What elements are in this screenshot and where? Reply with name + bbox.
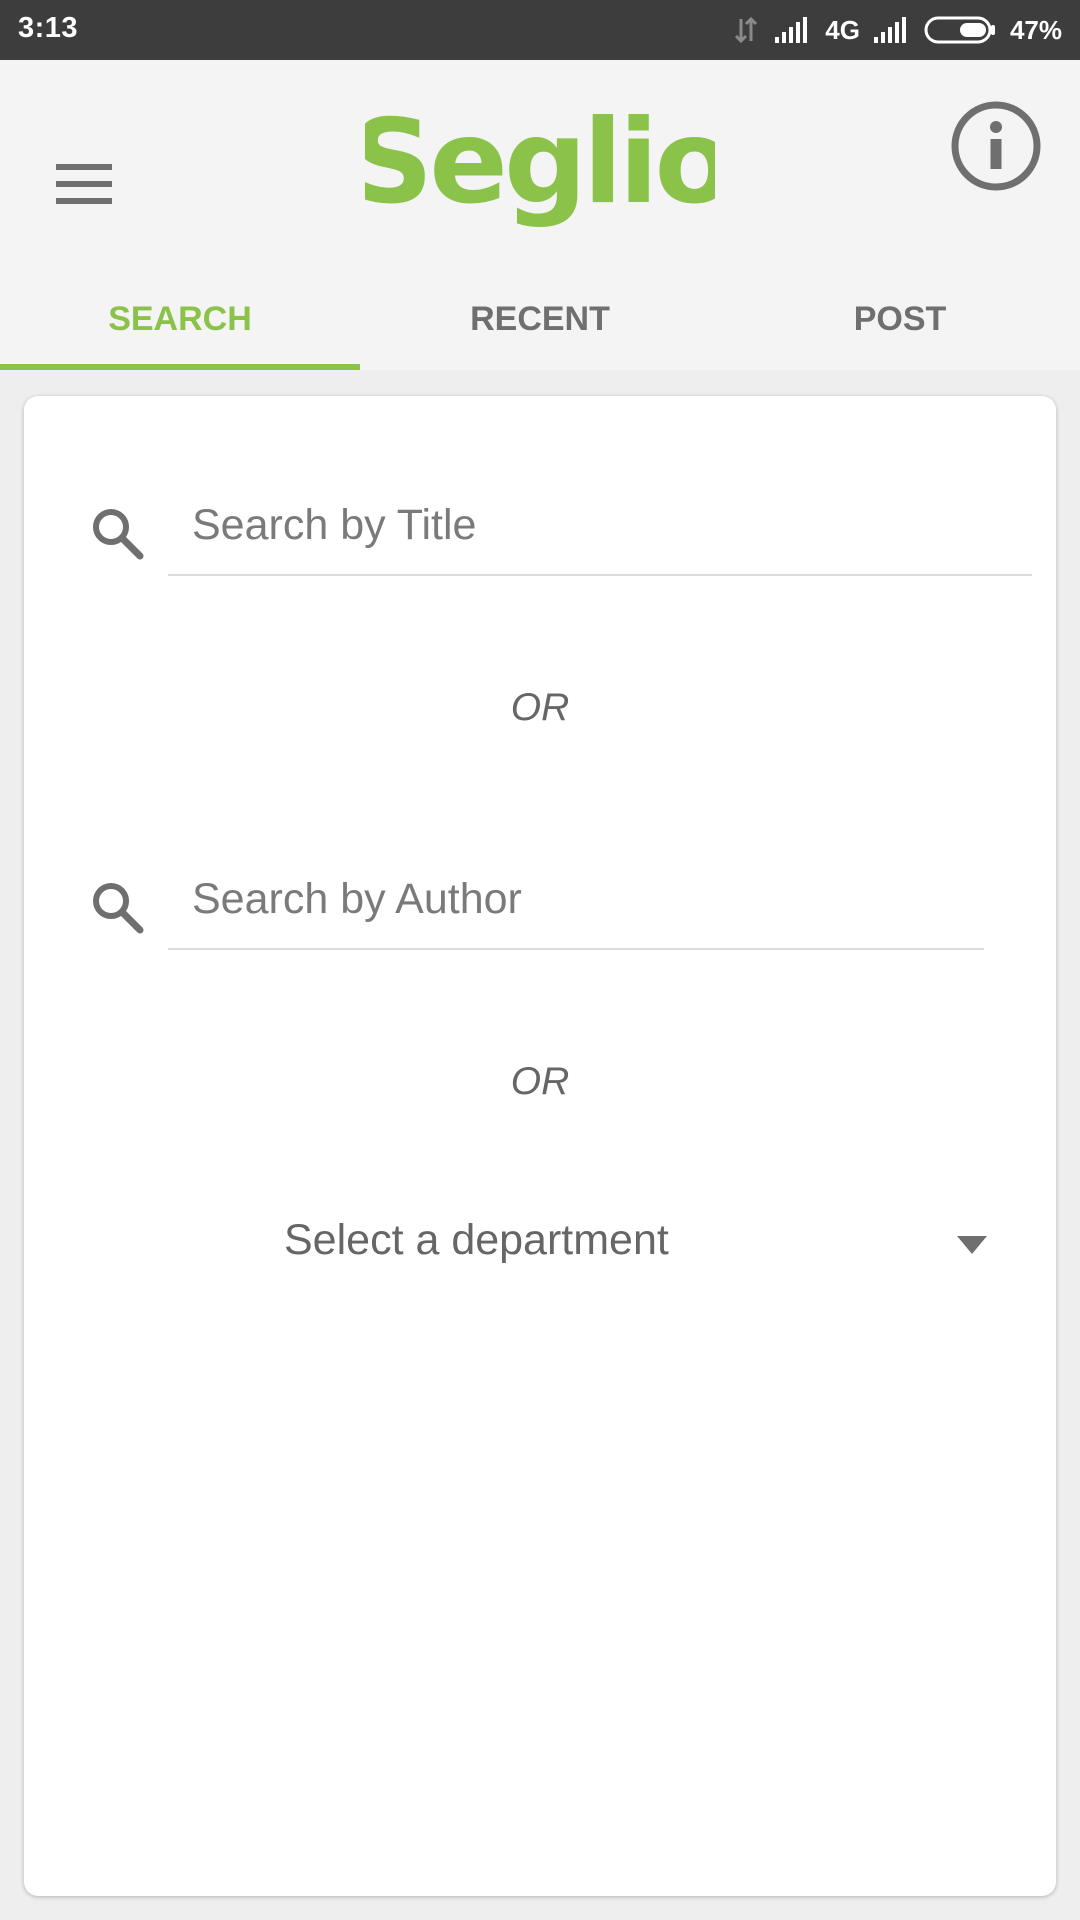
tab-post[interactable]: POST <box>720 300 1080 370</box>
tab-search[interactable]: SEARCH <box>0 300 360 370</box>
menu-button[interactable] <box>40 140 128 228</box>
or-divider-2: OR <box>510 1060 570 1103</box>
title-search-input[interactable] <box>168 476 1032 576</box>
data-transfer-icon <box>735 16 758 44</box>
search-icon-author <box>93 883 144 934</box>
status-time: 3:13 <box>18 12 79 44</box>
network-type: 4G <box>825 14 860 45</box>
or-divider-1: OR <box>510 686 570 729</box>
status-icons: 4G 47% <box>731 0 1062 60</box>
search-card: OR OR Select a department <box>24 396 1056 1896</box>
author-search-row <box>24 850 1056 960</box>
seglio-logo: Seglio <box>365 95 715 230</box>
author-search-input[interactable] <box>168 850 984 950</box>
battery-level: 47% <box>1009 14 1062 45</box>
dropdown-arrow-icon <box>957 1236 987 1254</box>
signal-icon <box>775 17 808 43</box>
department-dropdown[interactable]: Select a department <box>264 1206 1024 1276</box>
status-bar: 3:13 4G 47% <box>0 0 1080 60</box>
search-icon <box>93 509 144 560</box>
tab-bar: SEARCH RECENT POST <box>0 300 1080 370</box>
hamburger-menu-icon <box>56 164 112 204</box>
info-button[interactable] <box>946 96 1046 196</box>
logo-text: Seglio <box>365 95 715 230</box>
department-dropdown-label: Select a department <box>284 1216 669 1264</box>
signal-icon-secondary <box>873 17 906 43</box>
app-bar: Seglio SEARCH RECENT POST <box>0 60 1080 370</box>
tab-recent[interactable]: RECENT <box>360 300 720 370</box>
title-search-row <box>24 476 1056 586</box>
info-icon <box>951 101 1041 191</box>
app-screen: 3:13 4G 47% Seglio SEARCH RECENT POST Se… <box>0 0 1080 1920</box>
battery-icon <box>924 16 995 44</box>
